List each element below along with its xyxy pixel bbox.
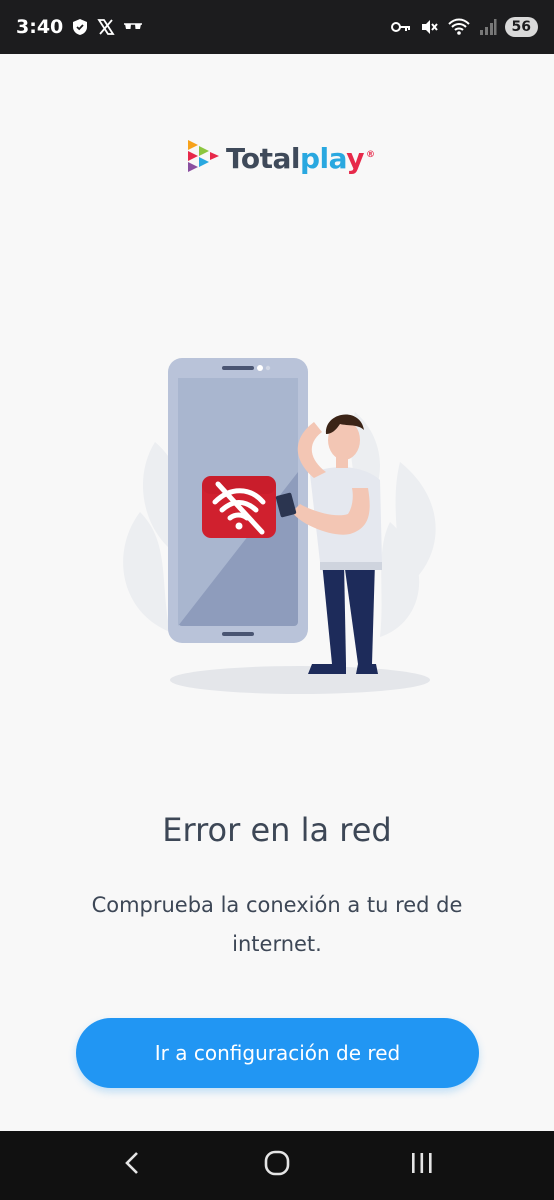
network-error-illustration	[100, 352, 460, 702]
logo-text-play: pla	[300, 141, 347, 175]
shield-icon	[71, 18, 89, 36]
battery-indicator: 56	[504, 17, 538, 37]
status-left: 3:40	[16, 16, 143, 38]
navigation-bar	[0, 1131, 554, 1200]
back-button[interactable]	[102, 1141, 162, 1191]
key-icon	[390, 21, 411, 33]
signal-icon	[479, 18, 497, 36]
mute-icon	[419, 17, 439, 37]
status-bar: 3:40 56	[0, 0, 554, 54]
status-right: 56	[390, 17, 538, 37]
home-button[interactable]	[247, 1141, 307, 1191]
recents-icon	[409, 1151, 435, 1180]
totalplay-logo: Totalplay ®	[186, 138, 375, 179]
glasses-icon	[123, 21, 143, 33]
error-message: Comprueba la conexión a tu red de intern…	[91, 893, 463, 956]
registered-mark: ®	[365, 150, 375, 161]
status-time: 3:40	[16, 16, 64, 38]
x-logo-icon	[97, 18, 115, 36]
wifi-icon	[447, 17, 471, 37]
logo-text-total: Total	[226, 141, 301, 175]
home-icon	[263, 1149, 291, 1182]
logo-text-y: y	[346, 141, 364, 175]
back-icon	[122, 1150, 142, 1181]
logo-wordmark: Totalplay ®	[226, 141, 375, 175]
no-wifi-icon	[202, 476, 276, 538]
error-screen: Totalplay ® Error en la red Comprueba la…	[0, 54, 554, 1131]
totalplay-mark-icon	[186, 138, 220, 179]
error-title: Error en la red	[162, 811, 392, 849]
recents-button[interactable]	[392, 1141, 452, 1191]
network-settings-button[interactable]: Ir a configuración de red	[76, 1018, 479, 1088]
